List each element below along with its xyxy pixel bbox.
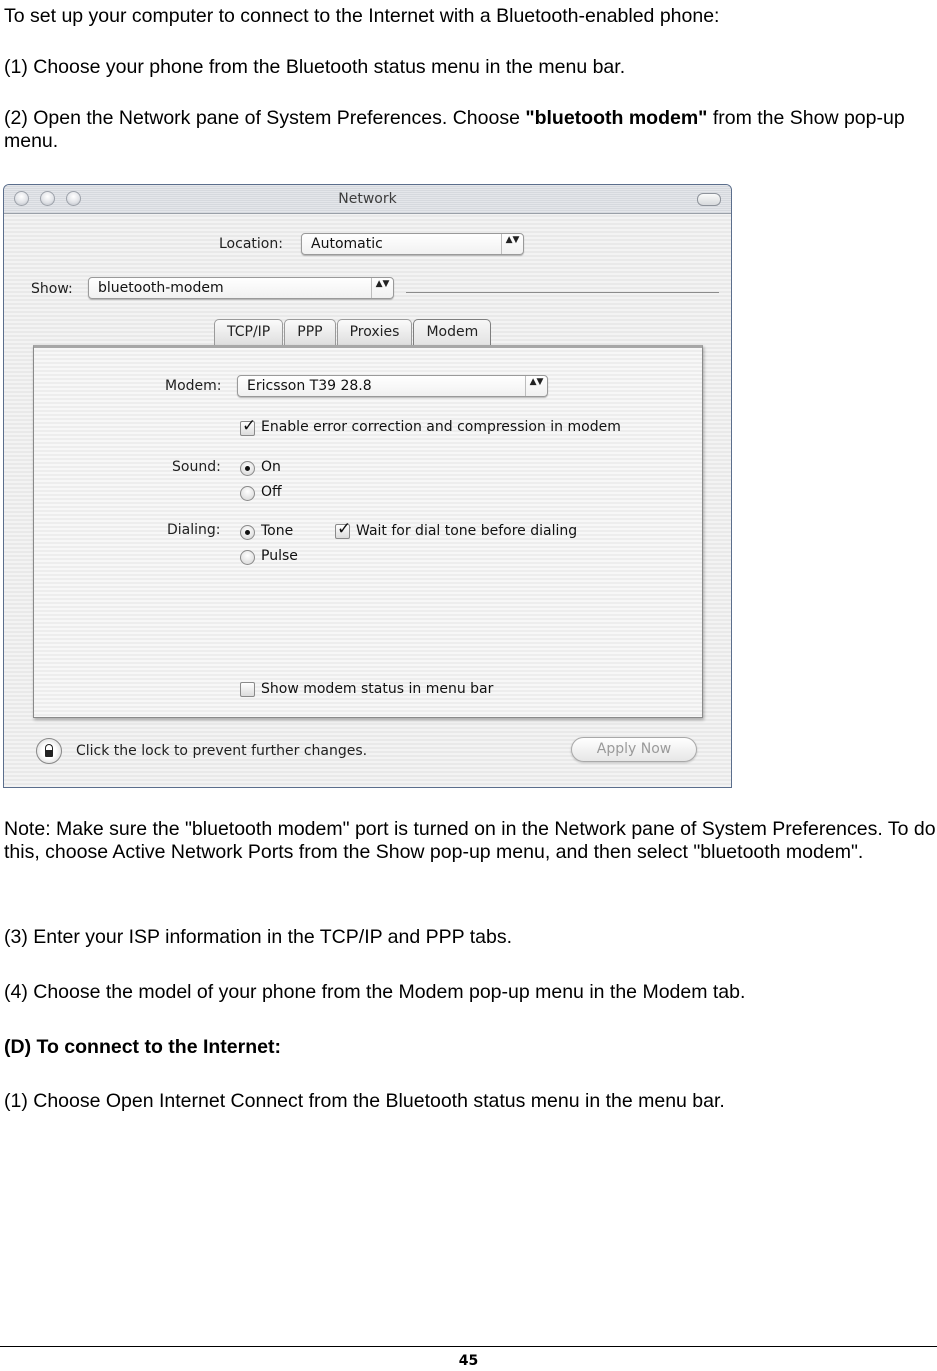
tab-modem[interactable]: Modem xyxy=(413,319,492,345)
location-value: Automatic xyxy=(311,236,383,252)
intro-text: To set up your computer to connect to th… xyxy=(4,5,720,27)
window-title: Network xyxy=(338,191,397,207)
lock-button[interactable] xyxy=(36,738,62,764)
modem-label: Modem: xyxy=(165,378,222,394)
dialing-label: Dialing: xyxy=(167,522,221,538)
sound-on-label: On xyxy=(261,459,281,475)
title-bar[interactable]: Network xyxy=(4,185,731,214)
step-1-text: (1) Choose your phone from the Bluetooth… xyxy=(4,56,626,78)
tab-ppp[interactable]: PPP xyxy=(284,319,336,345)
sound-label: Sound: xyxy=(172,459,221,475)
page-number: 45 xyxy=(458,1353,479,1369)
tab-tcp-ip[interactable]: TCP/IP xyxy=(214,319,284,345)
dialing-tone-radio[interactable] xyxy=(240,525,255,540)
modem-tab-panel: Modem: Ericsson T39 28.8 ▲▼ ✓ Enable err… xyxy=(33,345,703,718)
wait-dial-tone-checkbox[interactable]: ✓ xyxy=(335,519,351,539)
show-modem-status-checkbox[interactable] xyxy=(240,682,255,697)
section-d-step-1-text: (1) Choose Open Internet Connect from th… xyxy=(4,1090,725,1112)
tab-bar: TCP/IP PPP Proxies Modem xyxy=(214,319,492,346)
radio-dot-icon xyxy=(245,530,250,535)
checkmark-icon: ✓ xyxy=(337,519,352,539)
modem-value: Ericsson T39 28.8 xyxy=(247,378,372,394)
wait-dial-tone-label: Wait for dial tone before dialing xyxy=(356,523,578,539)
dialing-pulse-radio[interactable] xyxy=(240,550,255,565)
location-popup[interactable]: Automatic ▲▼ xyxy=(301,233,524,255)
separator xyxy=(406,292,719,293)
error-correction-label: Enable error correction and compression … xyxy=(261,419,621,435)
show-label: Show: xyxy=(31,281,73,297)
toolbar-toggle-button[interactable] xyxy=(697,193,721,206)
footer-rule xyxy=(0,1346,937,1347)
error-correction-checkbox[interactable]: ✓ xyxy=(240,416,256,436)
step-2-emphasis: "bluetooth modem" xyxy=(525,107,708,129)
show-modem-status-label: Show modem status in menu bar xyxy=(261,681,494,697)
step-3-text: (3) Enter your ISP information in the TC… xyxy=(4,926,512,948)
apply-now-button[interactable]: Apply Now xyxy=(571,737,697,762)
checkmark-icon: ✓ xyxy=(242,416,257,436)
dialing-pulse-label: Pulse xyxy=(261,548,298,564)
step-4-text: (4) Choose the model of your phone from … xyxy=(4,981,746,1003)
modem-popup[interactable]: Ericsson T39 28.8 ▲▼ xyxy=(237,375,548,397)
popup-arrows-icon: ▲▼ xyxy=(501,234,523,254)
dialing-tone-label: Tone xyxy=(261,523,294,539)
radio-dot-icon xyxy=(245,466,250,471)
sound-off-label: Off xyxy=(261,484,282,500)
location-label: Location: xyxy=(219,236,283,252)
sound-off-radio[interactable] xyxy=(240,486,255,501)
tab-proxies[interactable]: Proxies xyxy=(336,319,413,345)
note-text: Note: Make sure the "bluetooth modem" po… xyxy=(4,818,936,863)
show-value: bluetooth-modem xyxy=(98,280,224,296)
network-preferences-window: Network Location: Automatic ▲▼ Show: blu… xyxy=(3,184,732,788)
step-2-prefix: (2) Open the Network pane of System Pref… xyxy=(4,107,526,129)
lock-icon-body xyxy=(45,750,53,757)
popup-arrows-icon: ▲▼ xyxy=(525,376,547,396)
lock-message: Click the lock to prevent further change… xyxy=(76,743,368,759)
sound-on-radio[interactable] xyxy=(240,461,255,476)
popup-arrows-icon: ▲▼ xyxy=(371,278,393,298)
section-d-heading: (D) To connect to the Internet: xyxy=(4,1036,281,1058)
show-popup[interactable]: bluetooth-modem ▲▼ xyxy=(88,277,394,299)
step-2-text: (2) Open the Network pane of System Pref… xyxy=(4,107,936,153)
